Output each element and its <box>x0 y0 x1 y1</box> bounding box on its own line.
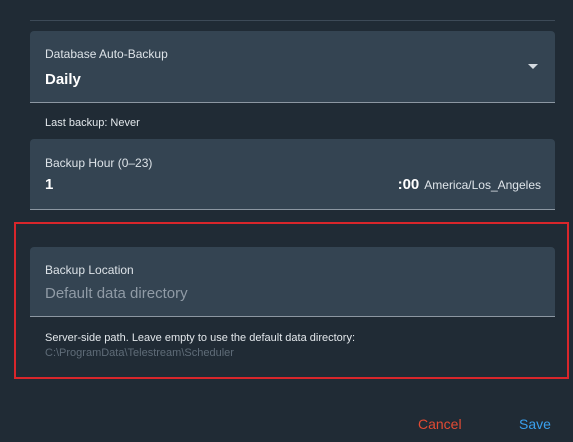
auto-backup-label: Database Auto-Backup <box>45 47 168 61</box>
backup-hour-suffix: :00 America/Los_Angeles <box>398 176 541 194</box>
settings-dialog: Database Auto-Backup Daily Last backup: … <box>0 0 573 442</box>
backup-location-input[interactable]: Default data directory <box>45 285 188 302</box>
backup-location-field[interactable]: Backup Location Default data directory <box>30 247 555 317</box>
divider <box>30 20 555 21</box>
auto-backup-select[interactable]: Database Auto-Backup Daily <box>30 31 555 103</box>
backup-hour-input[interactable]: 1 <box>45 176 53 193</box>
cancel-button[interactable]: Cancel <box>418 416 462 432</box>
auto-backup-value: Daily <box>45 71 81 88</box>
default-path-text: C:\ProgramData\Telestream\Scheduler <box>45 347 234 359</box>
hour-suffix-text: :00 <box>397 176 420 193</box>
timezone-label: America/Los_Angeles <box>424 178 541 192</box>
backup-location-label: Backup Location <box>45 263 134 277</box>
backup-hour-field[interactable]: Backup Hour (0–23) 1 :00 America/Los_Ange… <box>30 139 555 210</box>
save-button[interactable]: Save <box>519 416 551 432</box>
backup-hour-label: Backup Hour (0–23) <box>45 156 153 170</box>
backup-location-helper: Server-side path. Leave empty to use the… <box>45 332 356 344</box>
last-backup-text: Last backup: Never <box>45 117 140 129</box>
chevron-down-icon[interactable] <box>528 64 538 69</box>
